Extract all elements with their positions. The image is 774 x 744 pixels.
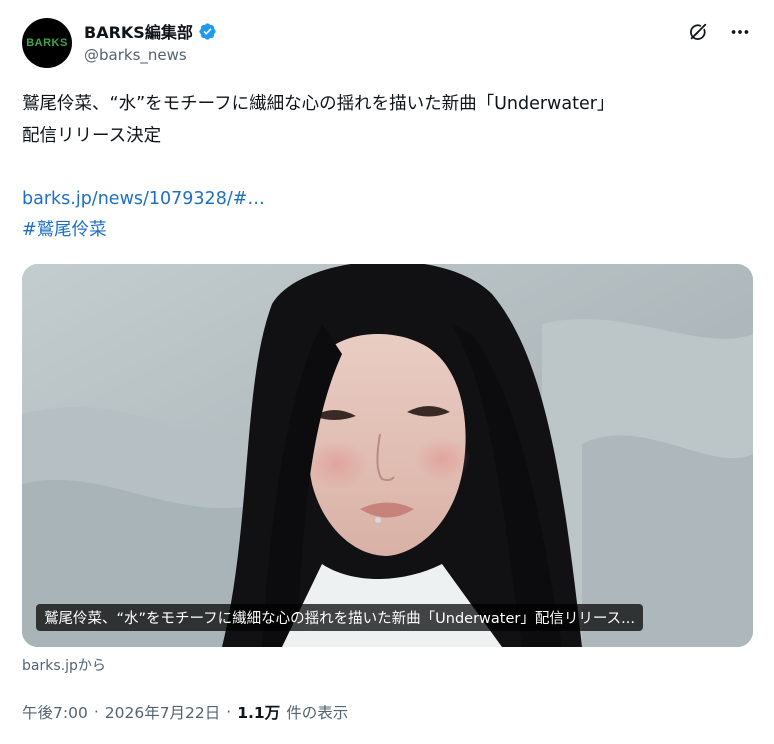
more-icon[interactable]: [728, 20, 752, 44]
top-actions: [686, 20, 752, 44]
tweet: BARKS BARKS編集部 @barks_news 鷲尾伶菜、“水”をモチーフ…: [0, 0, 774, 744]
views-label: 件の表示: [286, 704, 349, 722]
grok-icon[interactable]: [686, 20, 710, 44]
tweet-text-line: 鷲尾伶菜、“水”をモチーフに繊細な心の揺れを描いた新曲「Underwater」: [22, 94, 615, 114]
author-name-row: BARKS編集部: [84, 19, 217, 43]
tweet-text: 鷲尾伶菜、“水”をモチーフに繊細な心の揺れを描いた新曲「Underwater」 …: [22, 88, 752, 152]
meta-separator: ·: [93, 703, 99, 721]
avatar[interactable]: BARKS: [22, 18, 72, 68]
tweet-text-line: 配信リリース決定: [22, 126, 162, 146]
tweet-date[interactable]: 2026年7月22日: [105, 701, 221, 723]
meta-separator: ·: [226, 703, 232, 721]
card-caption: 鷲尾伶菜、“水”をモチーフに繊細な心の揺れを描いた新曲「Underwater」配…: [36, 604, 643, 631]
tweet-time[interactable]: 午後7:00: [22, 701, 88, 723]
avatar-logo-text: BARKS: [26, 37, 68, 49]
tweet-link[interactable]: barks.jp/news/1079328/#…: [22, 184, 265, 214]
tweet-hashtag[interactable]: #鷲尾伶菜: [22, 215, 107, 245]
author-handle[interactable]: @barks_news: [84, 46, 187, 64]
views-count: 1.1万: [237, 704, 281, 722]
tweet-meta: 午後7:00 · 2026年7月22日 · 1.1万 件の表示: [22, 701, 348, 723]
card-image: [22, 264, 753, 647]
author-display-name[interactable]: BARKS編集部: [84, 19, 193, 43]
verified-badge-icon: [198, 22, 217, 41]
link-card[interactable]: 鷲尾伶菜、“水”をモチーフに繊細な心の揺れを描いた新曲「Underwater」配…: [22, 264, 753, 647]
card-source[interactable]: barks.jpから: [22, 655, 106, 675]
